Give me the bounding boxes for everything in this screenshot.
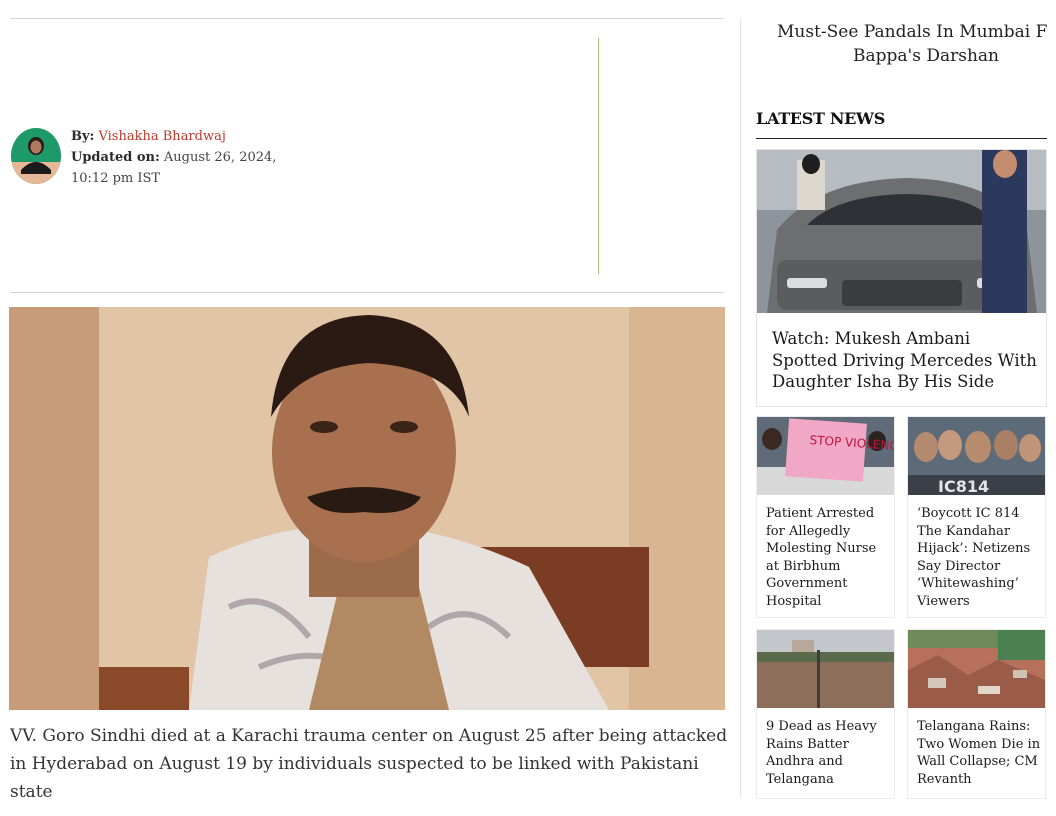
by-label: By: (71, 129, 95, 144)
sidebar: Must-See Pandals In Mumbai F Bappa's Dar… (741, 0, 1056, 816)
author-name-link[interactable]: Vishakha Bhardwaj (98, 129, 225, 144)
image-caption: VV. Goro Sindhi died at a Karachi trauma… (10, 726, 728, 802)
series-poster: IC814 (908, 417, 1045, 495)
poster-title-text: IC814 (938, 477, 989, 495)
news-card-thumbnail[interactable] (757, 630, 894, 708)
ad-slot-divider (598, 38, 599, 274)
updated-row: Updated on: August 26, 2024, 10:12 pm IS… (71, 147, 301, 189)
featured-news-title[interactable]: Watch: Mukesh Ambani Spotted Driving Mer… (772, 328, 1037, 393)
news-card[interactable]: STOP VIOLENCE Patient Arrested for Alleg… (756, 416, 895, 618)
author-avatar[interactable] (11, 128, 61, 184)
author-row: By: Vishakha Bhardwaj (71, 126, 301, 147)
trending-title-line1: Must-See Pandals In Mumbai F (777, 22, 1048, 42)
news-card-title[interactable]: Patient Arrested for Allegedly Molesting… (766, 505, 890, 610)
news-card-title[interactable]: ‘Boycott IC 814 The Kandahar Hijack’: Ne… (917, 505, 1041, 610)
author-photo (11, 128, 61, 184)
news-card-title[interactable]: 9 Dead as Heavy Rains Batter Andhra and … (766, 718, 890, 788)
news-card[interactable]: Telangana Rains: Two Women Die in Wall C… (907, 629, 1046, 799)
top-divider (10, 18, 724, 19)
hero-image (9, 307, 725, 710)
flood-photo (757, 630, 894, 708)
featured-news-thumbnail[interactable] (757, 150, 1046, 313)
news-card[interactable]: IC814 ‘Boycott IC 814 The Kandahar Hijac… (907, 416, 1046, 618)
article-byline: By: Vishakha Bhardwaj Updated on: August… (71, 126, 301, 189)
trending-title-line2: Bappa's Darshan (853, 46, 999, 66)
latest-news-rule (756, 138, 1047, 139)
news-card-title[interactable]: Telangana Rains: Two Women Die in Wall C… (917, 718, 1041, 788)
updated-label: Updated on: (71, 150, 160, 165)
news-card-thumbnail[interactable]: IC814 (908, 417, 1045, 495)
byline-divider (10, 292, 724, 293)
news-card-thumbnail[interactable]: STOP VIOLENCE (757, 417, 894, 495)
news-card[interactable]: 9 Dead as Heavy Rains Batter Andhra and … (756, 629, 895, 799)
hero-photo (9, 307, 725, 710)
featured-news-card[interactable]: Watch: Mukesh Ambani Spotted Driving Mer… (756, 149, 1047, 407)
trending-story-link[interactable]: Must-See Pandals In Mumbai F Bappa's Dar… (777, 20, 1056, 68)
wall-collapse-photo (908, 630, 1045, 708)
news-card-thumbnail[interactable] (908, 630, 1045, 708)
protest-photo: STOP VIOLENCE (757, 417, 894, 495)
mercedes-photo (757, 150, 1046, 313)
latest-news-heading: LATEST NEWS (756, 109, 885, 128)
article-main: By: Vishakha Bhardwaj Updated on: August… (0, 0, 740, 816)
